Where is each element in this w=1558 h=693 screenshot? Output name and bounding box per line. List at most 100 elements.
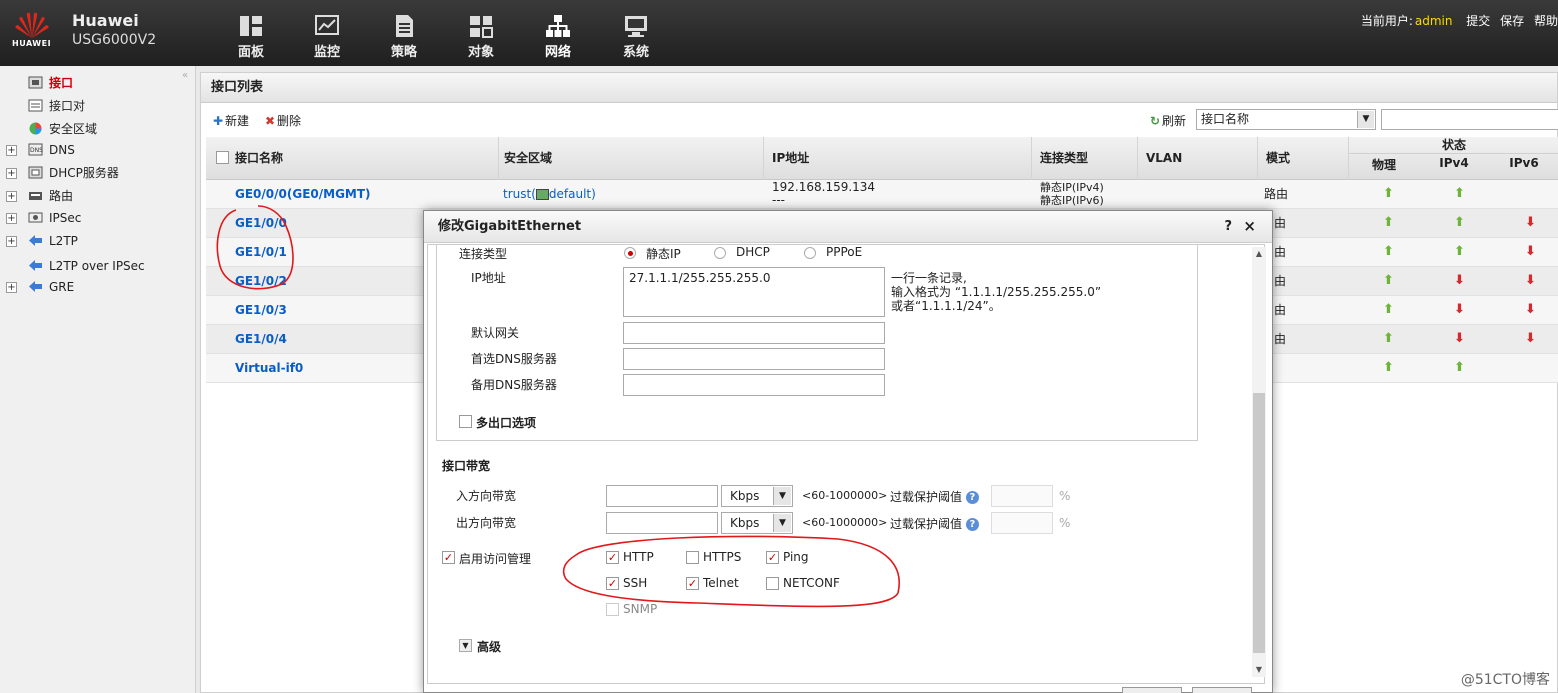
new-label: 新建 (225, 114, 250, 128)
expand-icon[interactable]: + (6, 282, 17, 293)
interface-pair-icon (28, 99, 43, 112)
ok-button[interactable] (1122, 687, 1182, 693)
scroll-up-icon[interactable]: ▲ (1252, 247, 1266, 261)
netconf-checkbox[interactable] (766, 577, 779, 590)
search-input[interactable] (1381, 109, 1558, 130)
interface-name-link[interactable]: GE1/0/4 (235, 325, 287, 354)
submit-link[interactable]: 提交 (1466, 14, 1490, 28)
help-icon[interactable]: ? (965, 491, 979, 504)
tree-item-label: L2TP over IPSec (49, 259, 145, 273)
access-mgmt-checkbox[interactable]: ✓ (442, 551, 455, 564)
ssh-checkbox[interactable]: ✓ (606, 577, 619, 590)
dhcp-server-icon (28, 166, 43, 179)
tree-item-l2tp[interactable]: + L2TP (0, 231, 196, 251)
mode: 由 (1274, 245, 1287, 259)
snmp-checkbox[interactable] (606, 603, 619, 616)
mode: 路由 (1264, 187, 1289, 201)
percent-sign: % (1059, 516, 1071, 530)
refresh-button[interactable]: ↻ 刷新 (1148, 113, 1186, 129)
tree-item-route[interactable]: + 路由 (0, 186, 196, 206)
ip-address-textarea[interactable]: 27.1.1.1/255.255.255.0 (623, 267, 885, 317)
security-zone-icon (29, 122, 42, 135)
device-model: USG6000V2 (72, 32, 157, 48)
dialog-title: 修改GigabitEthernet (424, 211, 1272, 243)
static-ip-radio[interactable] (624, 247, 636, 259)
http-checkbox[interactable]: ✓ (606, 551, 619, 564)
gateway-input[interactable] (623, 322, 885, 344)
conn-type: 静态IP(IPv4) 静态IP(IPv6) (1040, 181, 1104, 210)
telnet-checkbox[interactable]: ✓ (686, 577, 699, 590)
expand-icon[interactable]: + (6, 168, 17, 179)
nav-monitor[interactable]: 监控 (297, 14, 357, 62)
nav-label: 网络 (544, 45, 571, 60)
tree-item-l2tp-over-ipsec[interactable]: L2TP over IPSec (0, 256, 196, 276)
ip-address: 192.168.159.134 --- (772, 181, 875, 210)
zone-vsys: default) (548, 187, 596, 201)
down-arrow-icon: ⬇ (1454, 331, 1465, 346)
pppoe-radio[interactable] (804, 247, 816, 259)
expand-icon[interactable]: + (6, 145, 17, 156)
advanced-label[interactable]: 高级 (477, 638, 501, 655)
table-row[interactable]: GE0/0/0(GE0/MGMT) trust(default) 192.168… (206, 180, 1558, 209)
status-label: 状态 (1349, 137, 1558, 154)
dialog-scrollbar[interactable]: ▲ ▼ (1252, 247, 1266, 677)
interface-name-link[interactable]: GE1/0/3 (235, 296, 287, 325)
dns1-input[interactable] (623, 348, 885, 370)
save-link[interactable]: 保存 (1500, 14, 1524, 28)
tree-item-security-zone[interactable]: 安全区域 (0, 119, 196, 139)
nav-object[interactable]: 对象 (451, 14, 511, 62)
nav-network[interactable]: 网络 (528, 14, 588, 62)
out-overload-input[interactable] (991, 512, 1053, 534)
in-overload-input[interactable] (991, 485, 1053, 507)
left-nav-tree: « 接口 接口对 安全区域 + DNS DNS + DHCP服务器 + 路由 +… (0, 66, 196, 693)
multi-exit-label: 多出口选项 (476, 416, 537, 430)
multi-exit-checkbox[interactable] (459, 415, 472, 428)
expand-advanced-icon[interactable]: ▼ (459, 639, 472, 652)
dns2-input[interactable] (623, 374, 885, 396)
expand-icon[interactable]: + (6, 236, 17, 247)
out-bandwidth-unit-select[interactable]: Kbps ▼ (721, 512, 793, 534)
help-link[interactable]: 帮助 (1534, 14, 1558, 28)
cancel-button[interactable] (1192, 687, 1252, 693)
interface-name-link[interactable]: GE0/0/0(GE0/MGMT) (235, 180, 371, 209)
nav-system[interactable]: 系统 (606, 14, 666, 62)
scroll-down-icon[interactable]: ▼ (1252, 663, 1266, 677)
new-button[interactable]: ✚ 新建 (211, 113, 249, 129)
https-checkbox[interactable] (686, 551, 699, 564)
interface-name-link[interactable]: GE1/0/2 (235, 267, 287, 296)
in-bandwidth-input[interactable] (606, 485, 718, 507)
tree-item-label: 安全区域 (49, 122, 98, 136)
ping-checkbox[interactable]: ✓ (766, 551, 779, 564)
help-icon[interactable]: ? (1224, 219, 1232, 234)
search-field-select[interactable]: 接口名称 ▼ (1196, 109, 1376, 130)
tree-item-gre[interactable]: + GRE (0, 277, 196, 297)
tree-item-dns[interactable]: + DNS DNS (0, 140, 196, 160)
interface-name-link[interactable]: GE1/0/0 (235, 209, 287, 238)
delete-button[interactable]: ✖ 删除 (263, 113, 301, 129)
table-header: 接口名称 安全区域 IP地址 连接类型 VLAN 模式 状态 物理 IPv4 I… (206, 137, 1558, 180)
help-icon[interactable]: ? (965, 518, 979, 531)
tree-item-ipsec[interactable]: + IPSec (0, 208, 196, 228)
monitor-icon (315, 15, 339, 35)
tree-item-interface[interactable]: 接口 (0, 73, 196, 93)
mode: 由 (1274, 216, 1287, 230)
logo-text: HUAWEI (12, 39, 52, 48)
bandwidth-title: 接口带宽 (442, 459, 491, 473)
expand-icon[interactable]: + (6, 191, 17, 202)
interface-name-link[interactable]: Virtual-if0 (235, 354, 303, 383)
tree-item-interface-pair[interactable]: 接口对 (0, 96, 196, 116)
interface-name-link[interactable]: GE1/0/1 (235, 238, 287, 267)
scroll-thumb[interactable] (1253, 393, 1265, 653)
nav-dashboard[interactable]: 面板 (221, 14, 281, 62)
zone-link[interactable]: trust(default) (503, 180, 596, 209)
expand-icon[interactable]: + (6, 213, 17, 224)
tree-item-dhcp-server[interactable]: + DHCP服务器 (0, 163, 196, 183)
gateway-label: 默认网关 (471, 326, 520, 340)
out-bandwidth-input[interactable] (606, 512, 718, 534)
dhcp-radio[interactable] (714, 247, 726, 259)
nav-policy[interactable]: 策略 (374, 14, 434, 62)
close-icon[interactable]: × (1243, 217, 1256, 235)
refresh-icon: ↻ (1149, 114, 1161, 128)
out-overload-label: 过载保护阈值 ? (890, 515, 979, 532)
in-bandwidth-unit-select[interactable]: Kbps ▼ (721, 485, 793, 507)
